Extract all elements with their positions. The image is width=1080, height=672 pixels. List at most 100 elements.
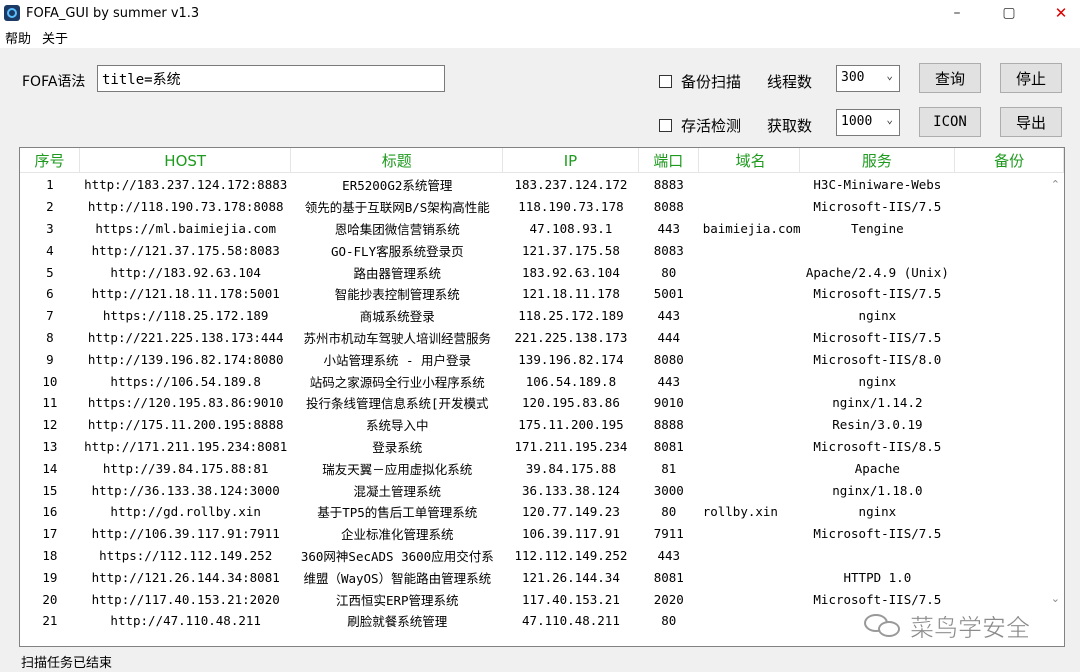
table-cell: 183.237.124.172	[514, 177, 628, 193]
table-row[interactable]: 13 http://171.211.195.234:8081 登录系统 171.211…	[20, 436, 1064, 458]
table-cell: 360网神SecADS 3600应用交付系	[300, 548, 494, 564]
table-cell: 8088	[653, 199, 684, 215]
table-cell: http://121.37.175.58:8083	[91, 242, 280, 258]
column-header[interactable]: 域名	[699, 148, 800, 173]
table-row[interactable]: 10 https://106.54.189.8 站码之家源码全行业小程序系统 106.…	[20, 370, 1064, 392]
table-cell: 175.11.200.195	[518, 417, 624, 433]
status-text: 扫描任务已结束	[21, 655, 113, 671]
menu-about[interactable]: 关于	[37, 28, 74, 47]
table-cell: 企业标准化管理系统	[341, 527, 454, 543]
table-cell: https://120.195.83.86:9010	[87, 395, 284, 411]
table-cell: 14	[42, 460, 58, 476]
table-cell: H3C-Miniware-Webs	[813, 177, 942, 193]
table-cell: https://118.25.172.189	[102, 308, 269, 324]
backup-scan-checkbox[interactable]: 备份扫描	[659, 71, 741, 92]
watermark: 菜鸟学安全	[864, 608, 1030, 643]
table-cell: 121.18.11.178	[522, 286, 620, 302]
table-row[interactable]: 16 http://gd.rollby.xin 基于TP5的售后工单管理系统 120.…	[20, 501, 1064, 523]
table-row[interactable]: 18 https://112.112.149.252 360网神SecADS 360…	[20, 545, 1064, 567]
table-cell: 2020	[653, 591, 684, 607]
table-cell: 混凝土管理系统	[353, 483, 442, 499]
column-header[interactable]: 备份	[955, 148, 1064, 173]
minimize-button[interactable]: –	[934, 0, 980, 26]
column-header[interactable]: IP	[503, 148, 639, 173]
checkbox-box[interactable]	[659, 75, 672, 88]
table-cell: http://171.211.195.234:8081	[84, 438, 288, 454]
close-button[interactable]: ✕	[1038, 0, 1080, 26]
table-cell: 13	[42, 438, 58, 454]
table-row[interactable]: 17 http://106.39.117.91:7911 企业标准化管理系统 106.…	[20, 523, 1064, 545]
table-cell: 江西恒实ERP管理系统	[335, 592, 459, 608]
table-cell: 39.84.175.88	[525, 460, 617, 476]
menu-help[interactable]: 帮助	[0, 28, 37, 47]
alive-check-checkbox[interactable]: 存活检测	[659, 115, 741, 136]
table-cell: 投行条线管理信息系统[开发模式	[306, 396, 489, 412]
table-cell: http://gd.rollby.xin	[110, 504, 261, 520]
table-cell: 7911	[653, 526, 684, 542]
table-row[interactable]: 15 http://36.133.38.124:3000 混凝土管理系统 36.133…	[20, 479, 1064, 501]
table-cell: 智能抄表控制管理系统	[334, 287, 460, 303]
maximize-button[interactable]: ▢	[986, 0, 1032, 26]
table-cell: GO-FLY客服系统登录页	[330, 243, 464, 259]
table-cell: 117.40.153.21	[522, 591, 620, 607]
table-row[interactable]: 9 http://139.196.82.174:8080 小站管理系统 - 用户登录…	[20, 348, 1064, 370]
table-cell: http://106.39.117.91:7911	[91, 526, 280, 542]
table-row[interactable]: 2 http://118.190.73.178:8088 领先的基于互联网B/S架构…	[20, 196, 1064, 218]
table-row[interactable]: 4 http://121.37.175.58:8083 GO-FLY客服系统登录页 1…	[20, 239, 1064, 261]
table-cell: 苏州市机动车驾驶人培训经营服务	[303, 330, 492, 346]
table-cell: 7	[46, 308, 54, 324]
icon-button[interactable]: ICON	[919, 107, 981, 137]
table-row[interactable]: 20 http://117.40.153.21:2020 江西恒实ERP管理系统 11…	[20, 588, 1064, 610]
table-cell: http://121.26.144.34:8081	[91, 569, 280, 585]
table-row[interactable]: 1 http://183.237.124.172:8883 ER5200G2系统管理…	[20, 174, 1064, 196]
table-row[interactable]: 11 https://120.195.83.86:9010 投行条线管理信息系统[开…	[20, 392, 1064, 414]
query-button[interactable]: 查询	[919, 63, 981, 93]
column-header[interactable]: 服务	[800, 148, 956, 173]
export-button[interactable]: 导出	[1000, 107, 1062, 137]
column-header[interactable]: HOST	[80, 148, 292, 173]
threads-select[interactable]: 300 ⌄	[836, 65, 900, 92]
table-cell: 5	[46, 264, 54, 280]
table-cell: 11	[42, 395, 58, 411]
column-header[interactable]: 序号	[20, 148, 80, 173]
table-cell: 443	[657, 220, 681, 236]
stop-button[interactable]: 停止	[1000, 63, 1062, 93]
table-cell: nginx/1.14.2	[832, 395, 923, 411]
table-row[interactable]: 14 http://39.84.175.88:81 瑞友天翼－应用虚拟化系统 39.8…	[20, 457, 1064, 479]
table-row[interactable]: 7 https://118.25.172.189 商城系统登录 118.25.172.…	[20, 305, 1064, 327]
scroll-down-icon[interactable]: ⌄	[1051, 592, 1060, 605]
table-cell: ER5200G2系统管理	[342, 178, 453, 194]
table-cell: http://36.133.38.124:3000	[91, 482, 280, 498]
table-cell: 8080	[653, 351, 684, 367]
threads-label: 线程数	[767, 73, 813, 91]
table-cell: 2	[46, 199, 54, 215]
scroll-up-icon[interactable]: ⌃	[1051, 178, 1060, 191]
chevron-down-icon[interactable]: ⌄	[886, 113, 893, 126]
checkbox-box[interactable]	[659, 119, 672, 132]
fetch-count-select[interactable]: 1000 ⌄	[836, 109, 900, 136]
table-row[interactable]: 3 https://ml.baimiejia.com 恩哈集团微信营销系统 47.10…	[20, 218, 1064, 240]
table-cell: http://221.225.138.173:444	[87, 329, 284, 345]
table-row[interactable]: 12 http://175.11.200.195:8888 系统导入中 175.11.…	[20, 414, 1064, 436]
table-cell: 10	[42, 373, 58, 389]
table-cell: 80	[661, 613, 677, 629]
table-row[interactable]: 19 http://121.26.144.34:8081 维盟（WayOS）智能路由…	[20, 566, 1064, 588]
table-cell: 刷脸就餐系统管理	[347, 614, 448, 630]
column-header[interactable]: 标题	[291, 148, 504, 173]
table-row[interactable]: 6 http://121.18.11.178:5001 智能抄表控制管理系统 121.…	[20, 283, 1064, 305]
table-cell: nginx	[858, 308, 897, 324]
table-cell: 21	[42, 613, 58, 629]
title-bar: FOFA_GUI by summer v1.3 – ▢ ✕	[0, 0, 1080, 26]
results-table[interactable]: 序号 HOST 标题 IP 端口 域名 服务 备份 1 http://183.237.124.1…	[19, 147, 1065, 647]
table-row[interactable]: 8 http://221.225.138.173:444 苏州市机动车驾驶人培训经营…	[20, 327, 1064, 349]
table-row[interactable]: 5 http://183.92.63.104 路由器管理系统 183.92.63.10…	[20, 261, 1064, 283]
table-cell: http://118.190.73.178:8088	[87, 199, 284, 215]
table-cell: 9010	[653, 395, 684, 411]
column-header[interactable]: 端口	[639, 148, 699, 173]
table-cell: 36.133.38.124	[522, 482, 620, 498]
table-cell: 8	[46, 329, 54, 345]
fofa-query-input[interactable]: title=系统	[97, 65, 445, 92]
table-cell: Microsoft-IIS/7.5	[813, 329, 942, 345]
threads-value: 300	[841, 70, 865, 85]
chevron-down-icon[interactable]: ⌄	[886, 69, 893, 82]
